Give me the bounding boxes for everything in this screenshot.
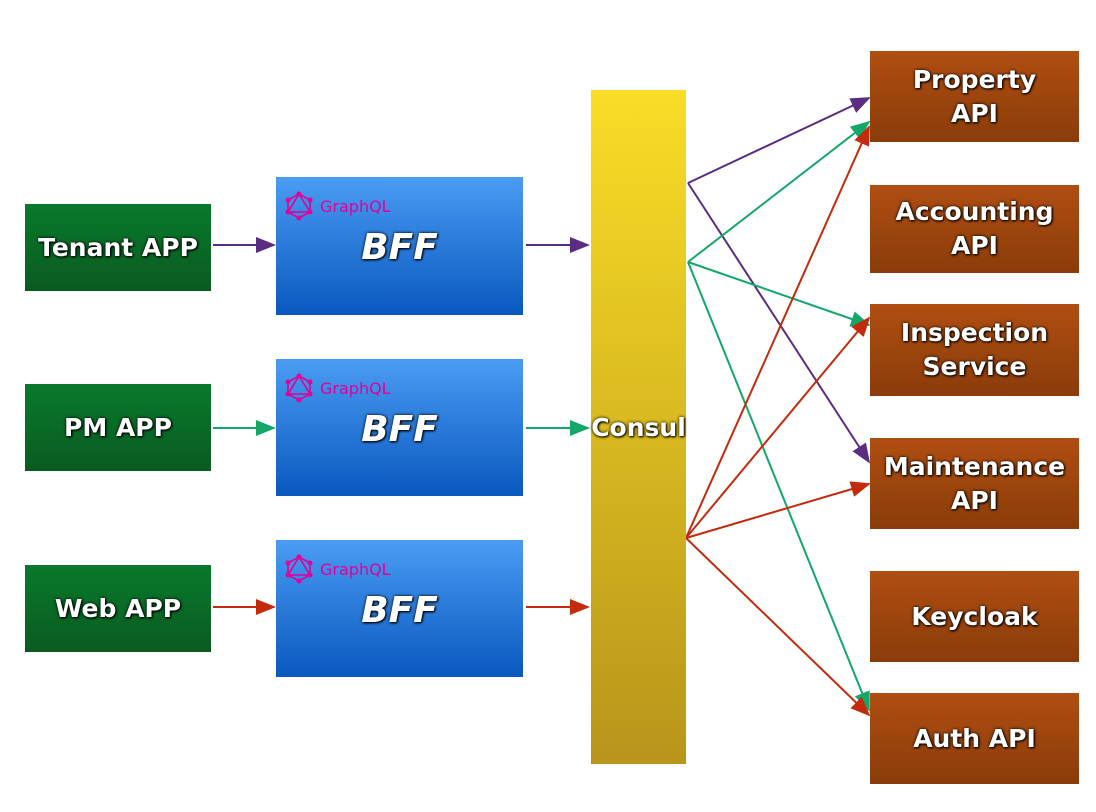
service-label: Inspection Service bbox=[900, 318, 1049, 381]
arrow-gateway-to-service bbox=[687, 97, 871, 184]
arrow-gateway-to-service bbox=[687, 182, 871, 464]
service-property-api: Property API bbox=[870, 51, 1079, 142]
arrow-gateway-to-service bbox=[685, 537, 871, 717]
gateway-label: Consul bbox=[591, 412, 686, 442]
bff-label: BFF bbox=[361, 409, 438, 450]
client-label: PM APP bbox=[64, 413, 172, 442]
service-keycloak: Keycloak bbox=[870, 571, 1079, 662]
arrow-gateway-to-service bbox=[687, 120, 871, 263]
graphql-badge: GraphQL bbox=[284, 554, 391, 584]
client-label: Web APP bbox=[54, 594, 182, 623]
arrow-gateway-to-service bbox=[687, 261, 871, 327]
graphql-icon bbox=[285, 191, 313, 221]
client-web-app: Web APP bbox=[25, 565, 211, 652]
graphql-badge: GraphQL bbox=[284, 373, 391, 403]
client-label: Tenant APP bbox=[38, 233, 198, 262]
consul-gateway: Consul bbox=[591, 90, 686, 764]
graphql-icon bbox=[285, 554, 313, 584]
bff-web: GraphQL BFF bbox=[276, 540, 523, 677]
bff-label: BFF bbox=[361, 590, 438, 631]
service-label: Auth API bbox=[913, 723, 1036, 753]
arrow-gateway-to-service bbox=[685, 316, 871, 539]
service-accounting-api: Accounting API bbox=[870, 185, 1079, 273]
bff-pm: GraphQL BFF bbox=[276, 359, 523, 496]
bff-tenant: GraphQL BFF bbox=[276, 177, 523, 315]
graphql-badge: GraphQL bbox=[284, 191, 391, 221]
graphql-label: GraphQL bbox=[320, 196, 391, 216]
client-pm-app: PM APP bbox=[25, 384, 211, 471]
client-tenant-app: Tenant APP bbox=[25, 204, 211, 291]
service-inspection-service: Inspection Service bbox=[870, 304, 1079, 396]
graphql-label: GraphQL bbox=[320, 378, 391, 398]
arrow-gateway-to-service bbox=[685, 481, 871, 539]
service-label: Property API bbox=[912, 64, 1037, 128]
graphql-label: GraphQL bbox=[320, 559, 391, 579]
service-label: Accounting API bbox=[895, 197, 1054, 260]
arrow-gateway-to-service bbox=[685, 125, 870, 539]
service-label: Maintenance API bbox=[883, 451, 1066, 515]
bff-label: BFF bbox=[361, 227, 438, 268]
graphql-icon bbox=[285, 373, 313, 403]
service-auth-api: Auth API bbox=[870, 693, 1079, 784]
service-maintenance-api: Maintenance API bbox=[870, 438, 1079, 529]
service-label: Keycloak bbox=[911, 601, 1038, 631]
